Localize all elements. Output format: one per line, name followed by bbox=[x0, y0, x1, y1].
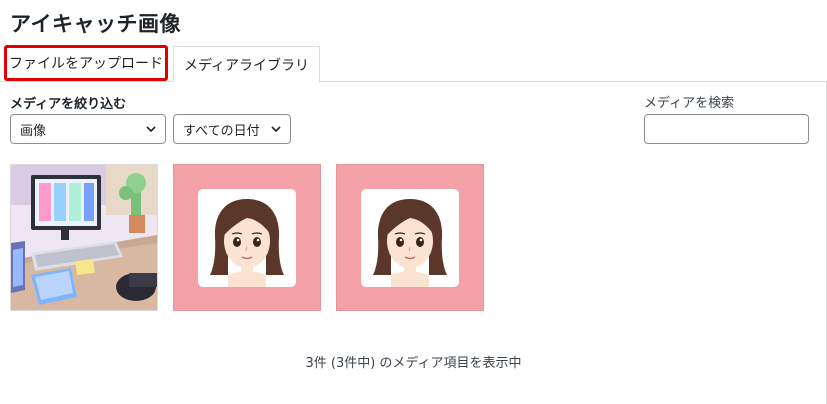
media-type-value: 画像 bbox=[20, 123, 47, 139]
media-library-panel: メディアを絞り込む 画像 すべての日付 メディアを検索 3件 (3件中) のメデ… bbox=[0, 82, 827, 404]
tab-media-library[interactable]: メディアライブラリ bbox=[173, 46, 320, 83]
date-value: すべての日付 bbox=[183, 123, 260, 139]
date-select[interactable]: すべての日付 bbox=[173, 114, 291, 144]
media-item-desk[interactable] bbox=[10, 164, 158, 311]
tab-upload-files[interactable]: ファイルをアップロード bbox=[4, 45, 168, 81]
avatar-card bbox=[198, 189, 296, 287]
avatar-illustration-image bbox=[210, 199, 284, 287]
chevron-down-icon bbox=[271, 126, 281, 133]
search-label: メディアを検索 bbox=[644, 96, 735, 111]
media-type-select[interactable]: 画像 bbox=[10, 114, 166, 144]
search-input[interactable] bbox=[644, 114, 809, 144]
modal-title: アイキャッチ画像 bbox=[10, 12, 181, 36]
avatar-card bbox=[361, 189, 459, 287]
media-count-status: 3件 (3件中) のメディア項目を表示中 bbox=[305, 356, 522, 371]
desk-illustration-image bbox=[11, 165, 157, 310]
media-tabs: ファイルをアップロード メディアライブラリ bbox=[0, 45, 827, 83]
chevron-down-icon bbox=[146, 126, 156, 133]
avatar-illustration-image bbox=[373, 199, 447, 287]
media-item-avatar-2[interactable] bbox=[336, 164, 484, 311]
filter-label: メディアを絞り込む bbox=[10, 97, 127, 112]
media-item-avatar-1[interactable] bbox=[173, 164, 321, 311]
